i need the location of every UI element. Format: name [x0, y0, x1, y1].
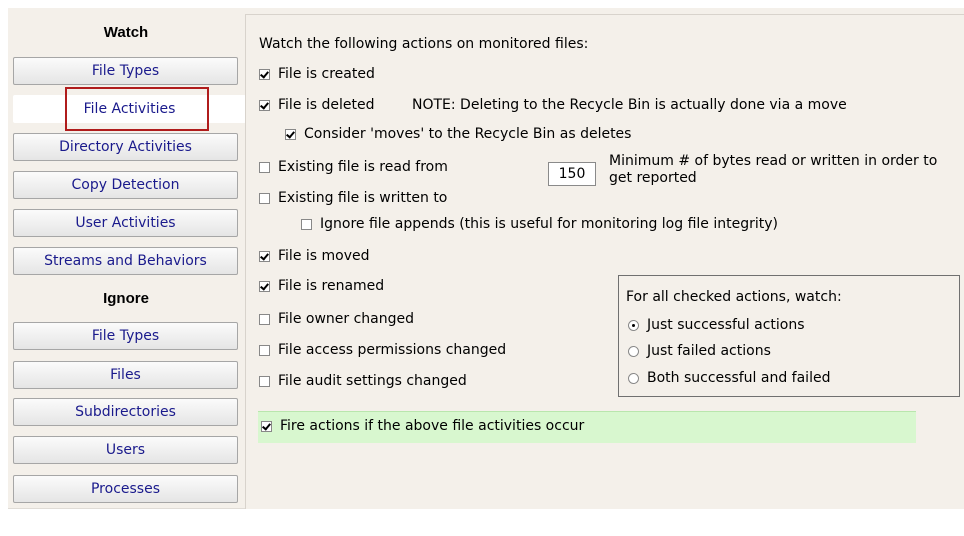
renamed-checkbox[interactable] [259, 280, 270, 292]
min-bytes-input[interactable] [548, 162, 596, 186]
written-to-checkbox[interactable] [259, 192, 270, 204]
intro-text: Watch the following actions on monitored… [259, 36, 589, 52]
consider-moves-checkbox[interactable] [285, 128, 296, 140]
permissions-changed-checkbox[interactable] [259, 344, 270, 356]
read-from-option[interactable]: Existing file is read from [259, 156, 448, 178]
radio-successful[interactable] [628, 319, 639, 331]
read-from-label: Existing file is read from [278, 159, 448, 175]
radio-successful-option[interactable]: Just successful actions [628, 314, 805, 336]
audit-changed-label: File audit settings changed [278, 373, 467, 389]
radio-successful-label: Just successful actions [647, 317, 805, 333]
sidebar-item-users[interactable]: Users [13, 436, 238, 464]
sidebar-item-streams-behaviors[interactable]: Streams and Behaviors [13, 247, 238, 275]
radio-both-label: Both successful and failed [647, 370, 831, 386]
delete-note: NOTE: Deleting to the Recycle Bin is act… [412, 97, 847, 113]
sidebar-item-ignore-file-types[interactable]: File Types [13, 322, 238, 350]
owner-changed-checkbox[interactable] [259, 313, 270, 325]
renamed-option[interactable]: File is renamed [259, 275, 384, 297]
selection-highlight [65, 87, 209, 131]
fire-actions-checkbox[interactable] [261, 420, 272, 432]
permissions-changed-option[interactable]: File access permissions changed [259, 339, 506, 361]
file-deleted-checkbox[interactable] [259, 99, 270, 111]
owner-changed-option[interactable]: File owner changed [259, 308, 414, 330]
sidebar-item-watch-file-types[interactable]: File Types [13, 57, 238, 85]
audit-changed-option[interactable]: File audit settings changed [259, 370, 467, 392]
consider-moves-label: Consider 'moves' to the Recycle Bin as d… [304, 126, 632, 142]
file-created-option[interactable]: File is created [259, 63, 375, 85]
sidebar-item-processes[interactable]: Processes [13, 475, 238, 503]
written-to-option[interactable]: Existing file is written to [259, 187, 447, 209]
audit-changed-checkbox[interactable] [259, 375, 270, 387]
sidebar-item-subdirectories[interactable]: Subdirectories [13, 398, 238, 426]
moved-label: File is moved [278, 248, 370, 264]
radio-failed-option[interactable]: Just failed actions [628, 340, 771, 362]
fire-actions-label: Fire actions if the above file activitie… [280, 418, 585, 434]
renamed-label: File is renamed [278, 278, 385, 294]
min-bytes-note: Minimum # of bytes read or written in or… [609, 153, 938, 186]
moved-checkbox[interactable] [259, 250, 270, 262]
sidebar-item-files[interactable]: Files [13, 361, 238, 389]
radio-failed-label: Just failed actions [647, 343, 771, 359]
radio-both-option[interactable]: Both successful and failed [628, 367, 830, 389]
radio-failed[interactable] [628, 345, 639, 357]
consider-moves-option[interactable]: Consider 'moves' to the Recycle Bin as d… [285, 123, 631, 145]
watch-group-title: For all checked actions, watch: [626, 289, 842, 305]
file-deleted-option[interactable]: File is deleted [259, 94, 375, 116]
sidebar-item-directory-activities[interactable]: Directory Activities [13, 133, 238, 161]
fire-actions-option[interactable]: Fire actions if the above file activitie… [261, 415, 584, 437]
read-from-checkbox[interactable] [259, 161, 270, 173]
ignore-appends-checkbox[interactable] [301, 218, 312, 230]
radio-both[interactable] [628, 372, 639, 384]
file-created-checkbox[interactable] [259, 68, 270, 80]
ignore-appends-option[interactable]: Ignore file appends (this is useful for … [301, 213, 778, 235]
owner-changed-label: File owner changed [278, 311, 414, 327]
sidebar-item-user-activities[interactable]: User Activities [13, 209, 238, 237]
sidebar-item-copy-detection[interactable]: Copy Detection [13, 171, 238, 199]
watch-header: Watch [103, 24, 149, 41]
ignore-appends-label: Ignore file appends (this is useful for … [320, 216, 778, 232]
moved-option[interactable]: File is moved [259, 245, 370, 267]
written-to-label: Existing file is written to [278, 190, 448, 206]
permissions-changed-label: File access permissions changed [278, 342, 507, 358]
ignore-header: Ignore [103, 290, 149, 307]
file-deleted-label: File is deleted [278, 97, 375, 113]
file-created-label: File is created [278, 66, 375, 82]
